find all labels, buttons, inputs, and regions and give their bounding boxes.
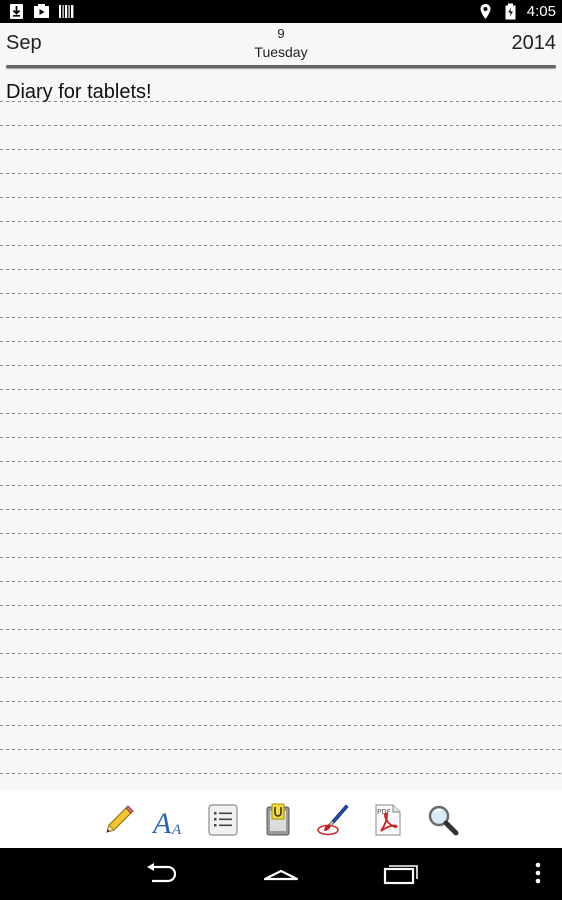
recent-apps-icon[interactable]	[383, 861, 419, 887]
paintbrush-icon	[317, 804, 349, 836]
list-view-button[interactable]	[205, 802, 241, 838]
clipboard-icon	[266, 803, 290, 836]
media-icon	[34, 4, 49, 18]
paintbrush-button[interactable]	[315, 802, 351, 838]
pencil-tool-button[interactable]	[100, 802, 136, 838]
day-selector[interactable]: 9 Tuesday	[0, 26, 562, 61]
ruled-lines	[0, 101, 562, 774]
navigation-bar	[0, 848, 562, 900]
status-system: 4:05	[477, 3, 556, 20]
battery-icon	[505, 3, 516, 20]
list-icon	[208, 804, 238, 836]
day-number: 9	[277, 26, 285, 41]
status-time: 4:05	[526, 3, 556, 20]
header-divider	[6, 65, 556, 68]
pencil-icon	[106, 805, 134, 833]
font-size-button[interactable]: A A	[151, 802, 187, 838]
date-header: Sep 9 Tuesday 2014	[0, 23, 562, 70]
diary-note-area[interactable]: Diary for tablets!	[0, 70, 562, 790]
back-icon[interactable]	[145, 861, 179, 887]
year-label[interactable]: 2014	[512, 32, 557, 55]
font-size-icon: A A	[152, 807, 182, 837]
home-icon[interactable]	[263, 861, 299, 887]
magnifier-icon	[428, 805, 459, 836]
location-icon	[480, 4, 491, 19]
barcode-icon	[59, 5, 74, 18]
download-icon	[10, 4, 23, 19]
svg-text:A: A	[171, 822, 182, 837]
clipboard-button[interactable]	[260, 802, 296, 838]
svg-text:PDF: PDF	[377, 808, 391, 816]
status-notifications	[8, 3, 75, 20]
pdf-icon: PDF	[375, 804, 401, 836]
overflow-menu-icon[interactable]	[531, 861, 545, 887]
note-text[interactable]: Diary for tablets!	[6, 81, 152, 104]
pdf-export-button[interactable]: PDF	[370, 802, 406, 838]
status-bar: 4:05	[0, 0, 562, 23]
svg-text:A: A	[152, 807, 172, 837]
weekday-label: Tuesday	[254, 44, 308, 60]
search-button[interactable]	[425, 802, 461, 838]
bottom-toolbar: A A PDF	[0, 790, 562, 848]
